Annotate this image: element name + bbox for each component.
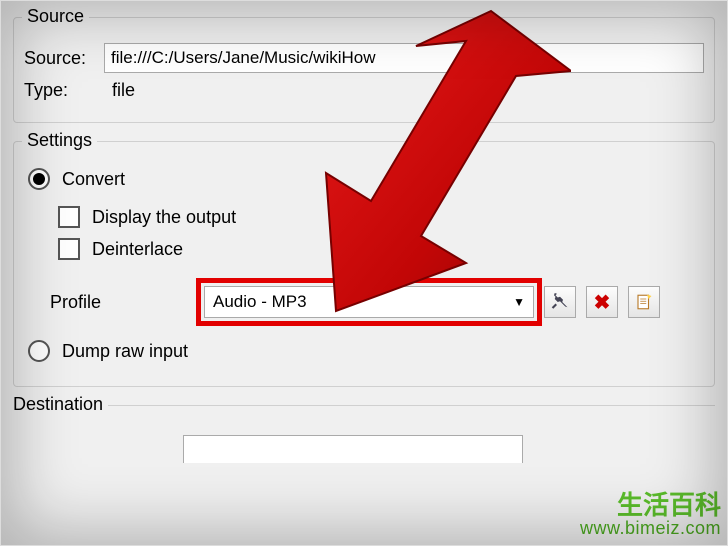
watermark-url: www.bimeiz.com — [580, 519, 721, 539]
new-profile-icon — [635, 293, 653, 311]
dump-raw-radio[interactable] — [28, 340, 50, 362]
convert-dialog: Source Source: Type: file Settings Conve… — [0, 0, 728, 546]
display-output-checkbox[interactable] — [58, 206, 80, 228]
type-row: Type: file — [24, 80, 704, 101]
new-profile-button[interactable] — [628, 286, 660, 318]
settings-group-title: Settings — [22, 130, 97, 151]
deinterlace-row[interactable]: Deinterlace — [58, 238, 704, 260]
source-row: Source: — [24, 43, 704, 73]
profile-label: Profile — [24, 292, 204, 313]
convert-radio[interactable] — [28, 168, 50, 190]
deinterlace-label: Deinterlace — [92, 239, 183, 260]
destination-input-row — [183, 435, 715, 463]
display-output-row[interactable]: Display the output — [58, 206, 704, 228]
convert-radio-row[interactable]: Convert — [28, 168, 704, 190]
convert-radio-label: Convert — [62, 169, 125, 190]
dump-raw-radio-label: Dump raw input — [62, 341, 188, 362]
deinterlace-checkbox[interactable] — [58, 238, 80, 260]
type-value: file — [104, 80, 135, 101]
type-label: Type: — [24, 80, 104, 101]
settings-group: Settings Convert Display the output Dein… — [13, 141, 715, 387]
dump-raw-radio-row[interactable]: Dump raw input — [28, 340, 704, 362]
profile-dropdown[interactable]: Audio - MP3 ▼ — [204, 286, 534, 318]
destination-group: Destination — [13, 405, 715, 463]
watermark: 生活百科 www.bimeiz.com — [580, 491, 721, 539]
chevron-down-icon: ▼ — [513, 295, 525, 309]
watermark-cn: 生活百科 — [580, 491, 721, 520]
display-output-label: Display the output — [92, 207, 236, 228]
source-group-title: Source — [22, 6, 89, 27]
profile-dropdown-value: Audio - MP3 — [213, 292, 307, 312]
delete-profile-button[interactable]: ✖ — [586, 286, 618, 318]
source-input[interactable] — [104, 43, 704, 73]
destination-input[interactable] — [183, 435, 523, 463]
source-label: Source: — [24, 48, 104, 69]
destination-group-title: Destination — [13, 394, 108, 414]
source-group: Source Source: Type: file — [13, 17, 715, 123]
profile-row: Profile Audio - MP3 ▼ ✖ — [24, 286, 704, 318]
delete-icon: ✖ — [594, 290, 611, 315]
tools-icon — [551, 293, 569, 311]
edit-profile-button[interactable] — [544, 286, 576, 318]
